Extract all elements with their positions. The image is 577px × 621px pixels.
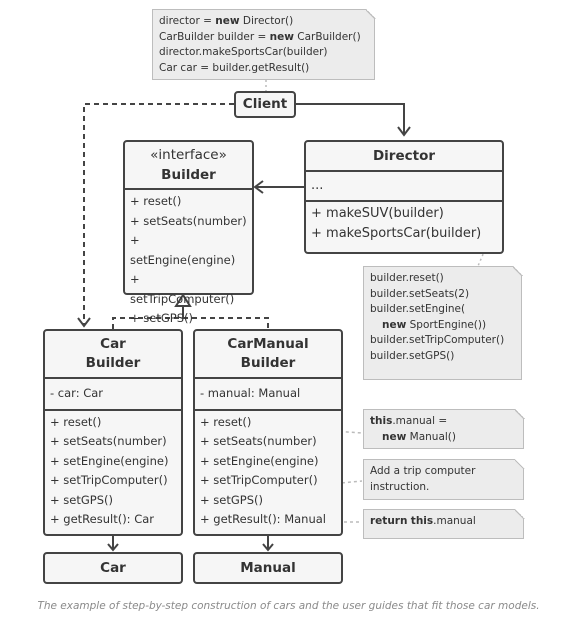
note-line: builder.setSeats(2) [370, 287, 470, 300]
note-line: CarBuilder builder = new CarBuilder() [159, 30, 361, 43]
note-line: Add a trip computer [370, 465, 476, 477]
builder-method: + setEngine(engine) [130, 233, 236, 267]
car-builder-name-line2: Builder [85, 355, 141, 371]
arrowhead-carbuilder [77, 317, 91, 328]
director-method: + makeSUV(builder) [311, 205, 444, 221]
manual-product-label: Manual [240, 560, 296, 576]
manual-builder-box: CarManual Builder - manual: Manual + res… [193, 329, 343, 536]
manual-builder-field: - manual: Manual [200, 386, 301, 400]
client-code-note: director = new Director() CarBuilder buil… [152, 8, 376, 80]
car-builder-method: + reset() [50, 414, 102, 429]
car-product-box: Car [43, 552, 183, 584]
note-line: new Manual() [382, 430, 456, 443]
manual-builder-method: + reset() [200, 414, 252, 429]
builder-interface-box: «interface» Builder + reset() + setSeats(… [123, 140, 254, 325]
car-product-label: Car [100, 560, 126, 576]
note-line: this.manual = [370, 415, 448, 427]
car-builder-method: + getResult(): Car [50, 512, 155, 526]
builder-method: + reset() [130, 194, 182, 208]
car-builder-fields: - car: Car [45, 377, 181, 409]
client-box: Client [234, 91, 296, 118]
director-header: Director [306, 142, 502, 170]
builder-stereotype: «interface» [150, 147, 227, 163]
note-line: new SportEngine()) [382, 318, 487, 331]
note-line: director.makeSportsCar(builder) [159, 46, 328, 58]
car-builder-method: + setGPS() [50, 492, 113, 507]
car-builder-field: - car: Car [50, 386, 104, 400]
manual-builder-header: CarManual Builder [195, 331, 341, 377]
car-builder-methods: + reset() + setSeats(number) + setEngine(e… [45, 408, 181, 532]
director-box: Director ... + makeSUV(builder) + makeSpo… [304, 140, 504, 254]
manual-builder-fields: - manual: Manual [195, 377, 341, 409]
director-name: Director [372, 148, 436, 164]
manual-builder-name-line2: Builder [240, 355, 296, 371]
reset-code-note: this.manual = new Manual() [363, 408, 525, 449]
manual-builder-name-line1: CarManual [227, 336, 309, 352]
car-builder-header: Car Builder [45, 331, 181, 377]
note-line: return this.manual [370, 515, 476, 527]
figure-caption: The example of step-by-step construction… [37, 600, 540, 612]
director-field: ... [311, 178, 324, 193]
car-builder-name-line1: Car [100, 336, 126, 352]
car-builder-method: + setEngine(engine) [50, 453, 169, 468]
director-fields: ... [306, 170, 502, 200]
builder-method: + setTripComputer() [130, 272, 235, 306]
trip-computer-note: Add a trip computer instruction. [363, 458, 525, 500]
director-methods: + makeSUV(builder) + makeSportsCar(builde… [306, 199, 502, 246]
manual-builder-method: + setGPS() [200, 492, 263, 507]
note-line: Car car = builder.getResult() [159, 61, 310, 74]
note-line: instruction. [370, 480, 430, 493]
car-builder-method: + setSeats(number) [50, 434, 167, 448]
client-director-association [296, 103, 405, 134]
car-builder-method: + setTripComputer() [50, 473, 168, 487]
manual-product-box: Manual [193, 552, 343, 584]
car-builder-box: Car Builder - car: Car + reset() + setSea… [43, 329, 183, 536]
get-result-note: return this.manual [363, 508, 525, 539]
client-label: Client [242, 96, 288, 112]
builder-methods: + reset() + setSeats(number) + setEngine(e… [125, 188, 252, 331]
note-line: builder.reset() [370, 272, 444, 284]
manual-builder-method: + setSeats(number) [200, 434, 317, 448]
note-line: builder.setEngine( [370, 303, 466, 315]
builder-method: + setGPS() [130, 311, 193, 325]
note-line: builder.setTripComputer() [370, 334, 505, 346]
manual-builder-method: + setTripComputer() [200, 473, 318, 487]
manual-builder-method: + getResult(): Manual [200, 512, 327, 526]
manual-builder-methods: + reset() + setSeats(number) + setEngine(e… [195, 408, 341, 532]
builder-name: Builder [161, 167, 216, 183]
builder-header: «interface» Builder [125, 142, 252, 188]
note-line: builder.setGPS() [370, 349, 455, 362]
builder-method: + setSeats(number) [130, 213, 247, 228]
director-code-note: builder.reset() builder.setSeats(2) builde… [363, 265, 523, 380]
manual-builder-method: + setEngine(engine) [200, 453, 319, 468]
note-line: director = new Director() [159, 15, 294, 27]
director-method: + makeSportsCar(builder) [311, 225, 482, 241]
